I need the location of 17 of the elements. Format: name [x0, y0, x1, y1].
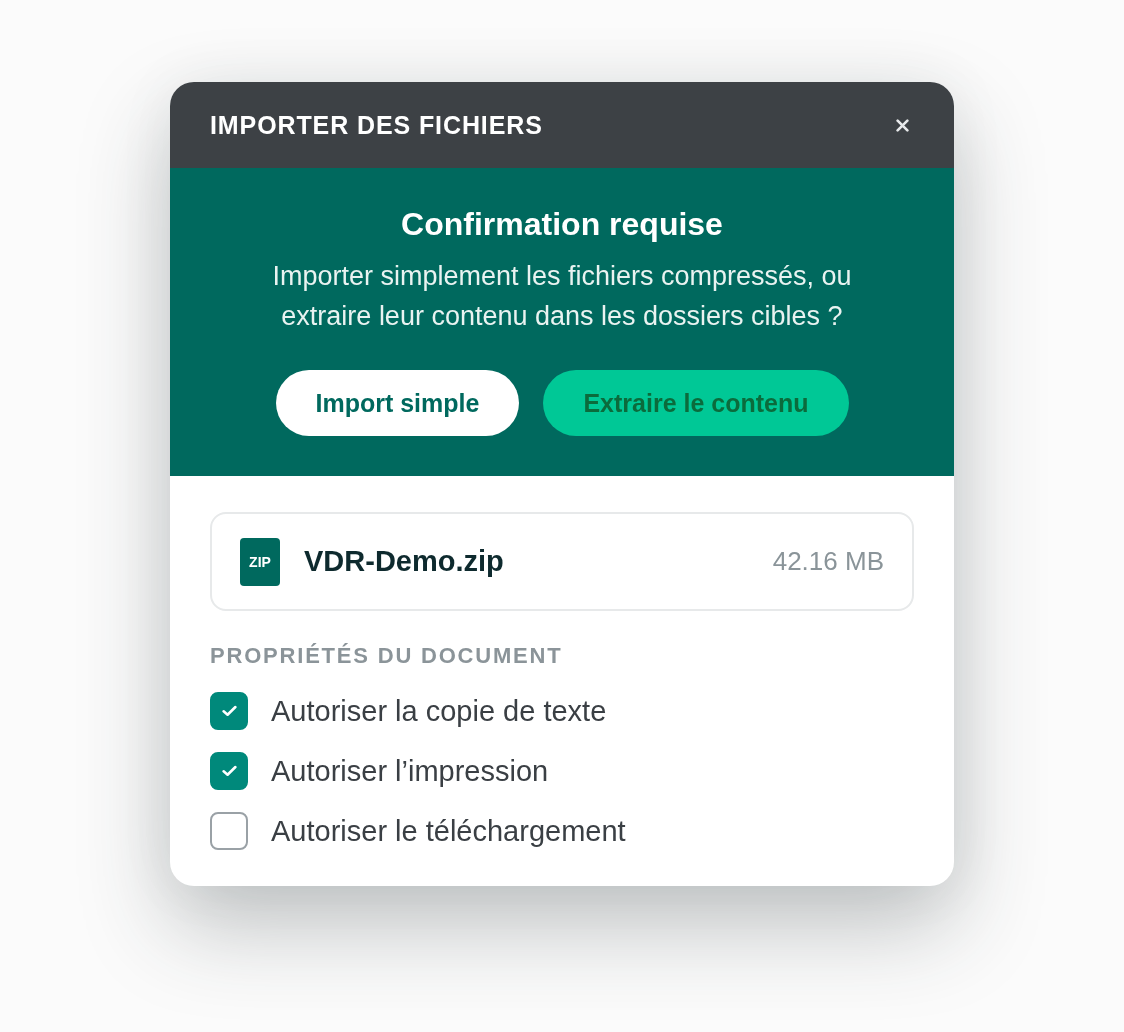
checkbox-label: Autoriser l’impression	[271, 754, 549, 788]
confirmation-heading: Confirmation requise	[401, 205, 723, 244]
file-type-badge: ZIP	[240, 537, 280, 586]
checkbox-label: Autoriser la copie de texte	[271, 694, 607, 728]
file-size: 42.16 MB	[772, 546, 884, 577]
import-button[interactable]: Import simple	[275, 370, 520, 436]
checkbox-label: Autoriser le téléchargement	[271, 814, 626, 848]
close-icon	[895, 118, 909, 132]
checkbox[interactable]	[210, 692, 248, 730]
confirmation-message: Importer simplement les fichiers compressés, ou extraire leur contenu dans les dossiers cibles ?	[271, 260, 853, 333]
check-icon	[221, 765, 237, 777]
file-name: VDR-Demo.zip	[304, 545, 505, 578]
checkbox[interactable]	[210, 752, 248, 790]
dialog-title: IMPORTER DES FICHIERS	[210, 110, 543, 140]
section-heading: PROPRIÉTÉS DU DOCUMENT	[210, 643, 564, 669]
check-icon	[221, 705, 237, 717]
checkbox[interactable]	[210, 812, 248, 850]
